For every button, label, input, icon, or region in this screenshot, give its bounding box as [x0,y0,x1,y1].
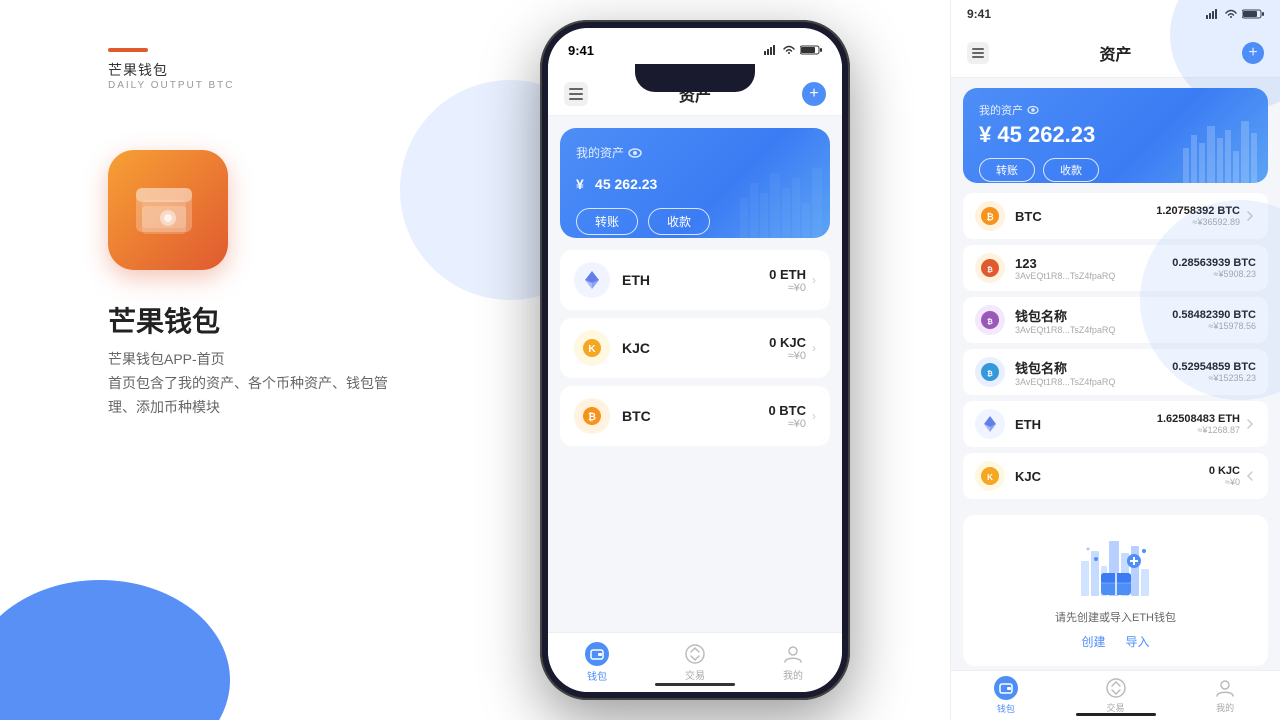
mine-nav-icon [782,643,804,665]
app-title: 芒果钱包 [108,300,220,340]
btc-amount: 0 BTC ≈¥0 [768,403,806,430]
svg-text:₿: ₿ [987,370,993,378]
blob-decoration [400,80,540,300]
nav-trade-label: 交易 [685,667,705,682]
home-indicator [655,683,735,686]
trade-nav-icon [684,643,706,665]
coin-list: ETH 0 ETH ≈¥0 › K KJC 0 KJC ≈¥ [548,250,842,446]
right-wallet-nav-icon [994,676,1018,700]
right-btc-info: BTC [1015,209,1156,224]
eye-icon [628,146,642,160]
right-coin-kjc[interactable]: K KJC 0 KJC ≈¥0 [963,453,1268,499]
eth-create-link[interactable]: 创建 [1081,633,1105,650]
coin-item-eth[interactable]: ETH 0 ETH ≈¥0 › [560,250,830,310]
btc-name: BTC [622,408,768,424]
accent-bar [108,48,148,52]
eth-create-text: 请先创建或导入ETH钱包 [979,609,1252,625]
right-wallet2-icon: ₿ [975,357,1005,387]
blob-bottom [0,580,230,720]
right-nav-mine[interactable]: 我的 [1170,671,1280,720]
assets-card: 我的资产 ¥ 45 262.23 转账 收款 [560,128,830,238]
right-nav-wallet-label: 钱包 [997,702,1015,715]
svg-text:₿: ₿ [987,266,993,274]
menu-icon[interactable] [564,82,588,106]
eth-create-box: 请先创建或导入ETH钱包 创建 导入 [963,515,1268,666]
right-eye-icon [1027,104,1039,116]
phone-notch [635,64,755,92]
svg-text:₿: ₿ [986,212,993,222]
eth-create-links: 创建 导入 [979,633,1252,650]
right-kjc-amount: 0 KJC ≈¥0 [1209,465,1240,487]
svg-text:₿: ₿ [588,411,596,423]
right-btc-icon: ₿ [975,201,1005,231]
right-eth-amount: 1.62508483 ETH ≈¥1268.87 [1157,413,1240,435]
right-eth-info: ETH [1015,417,1157,432]
right-123-icon: ₿ [975,253,1005,283]
signal-icon [764,45,778,55]
coin-item-btc[interactable]: ₿ BTC 0 BTC ≈¥0 › [560,386,830,446]
right-kjc-icon: K [975,461,1005,491]
eth-amount: 0 ETH ≈¥0 [769,267,806,294]
kjc-amount: 0 KJC ≈¥0 [769,335,806,362]
status-time: 9:41 [568,43,594,58]
svg-text:₿: ₿ [987,318,993,326]
right-bottom-nav: 钱包 交易 我的 [951,670,1280,720]
eth-icon [574,262,610,298]
kjc-name: KJC [622,340,769,356]
right-eth-icon [975,409,1005,439]
right-menu-icon[interactable] [967,42,989,64]
phone-screen: 9:41 [548,28,842,692]
app-icon [108,150,228,270]
right-topbar-title: 资产 [1099,41,1131,65]
right-panel: 9:41 资产 + [950,0,1280,720]
kjc-icon: K [574,330,610,366]
right-wallet2-info: 钱包名称 3AvEQt1R8...TsZ4fpaRQ [1015,358,1172,387]
eth-arrow: › [812,273,816,287]
right-assets-card: 我的资产 ¥ 45 262.23 转账 收款 [963,88,1268,183]
brand-name: 芒果钱包 [108,60,168,80]
right-status-time: 9:41 [967,7,991,21]
right-eth-chevron [1244,418,1256,430]
right-bottom-indicator [1076,713,1156,716]
right-coin-eth[interactable]: ETH 1.62508483 ETH ≈¥1268.87 [963,401,1268,447]
right-kjc-info: KJC [1015,469,1209,484]
right-kjc-chevron [1244,470,1256,482]
btc-arrow: › [812,409,816,423]
add-button[interactable]: + [802,82,826,106]
svg-text:K: K [588,344,596,355]
nav-wallet-label: 钱包 [587,668,607,683]
nav-wallet[interactable]: 钱包 [548,633,646,692]
app-icon-svg [128,170,208,250]
nav-mine-label: 我的 [783,667,803,682]
right-nav-wallet[interactable]: 钱包 [951,671,1061,720]
battery-icon [800,45,822,55]
brand-subtitle: DAILY OUTPUT BTC [108,80,234,91]
right-wallet1-icon: ₿ [975,305,1005,335]
right-trade-nav-icon [1105,677,1127,699]
right-mine-nav-icon [1214,677,1236,699]
coin-item-kjc[interactable]: K KJC 0 KJC ≈¥0 › [560,318,830,378]
card-decoration [730,158,830,238]
eth-box-illustration [979,531,1252,601]
kjc-arrow: › [812,341,816,355]
svg-text:K: K [987,473,993,482]
receive-button[interactable]: 收款 [648,208,710,235]
wifi-icon [782,45,796,55]
status-icons [764,45,822,55]
transfer-button[interactable]: 转账 [576,208,638,235]
eth-import-link[interactable]: 导入 [1126,633,1150,650]
eth-name: ETH [622,272,769,288]
right-receive-button[interactable]: 收款 [1043,158,1099,182]
right-nav-mine-label: 我的 [1216,701,1234,714]
left-panel: 芒果钱包 DAILY OUTPUT BTC 芒果钱包 芒果钱包APP-首页 首页… [0,0,540,720]
right-card-deco [1178,113,1268,183]
app-description: 芒果钱包APP-首页 首页包含了我的资产、各个币种资产、钱包管 理、添加币种模块 [108,348,388,419]
btc-icon: ₿ [574,398,610,434]
wallet-nav-icon [585,642,609,666]
right-transfer-button[interactable]: 转账 [979,158,1035,182]
phone-mockup: 9:41 [540,20,850,700]
